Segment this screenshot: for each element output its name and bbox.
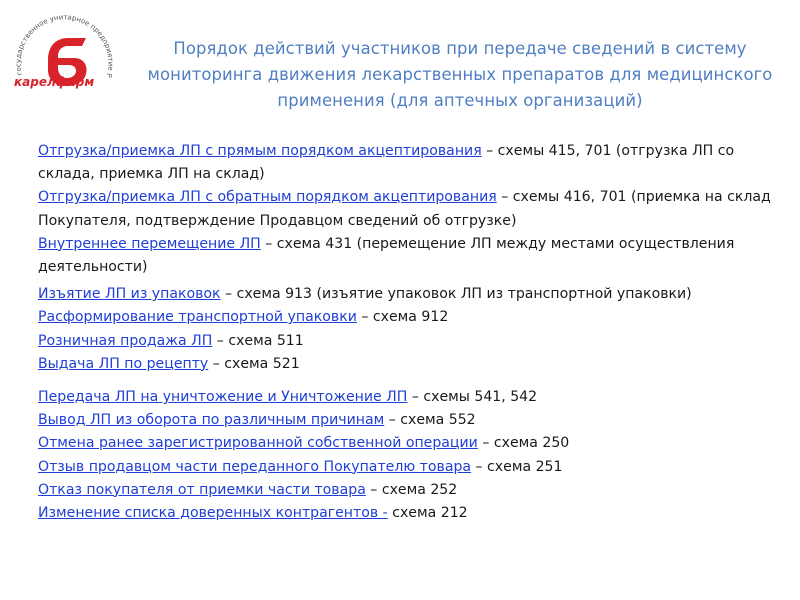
list-item: Отказ покупателя от приемки части товара… [38, 479, 783, 502]
item-text: – схема 912 [356, 309, 449, 326]
operation-group-shipment: Отгрузка/приемка ЛП с прямым порядком ак… [38, 140, 783, 279]
list-item: Изъятие ЛП из упаковок – схема 913 (изъя… [38, 283, 783, 306]
list-item: Отгрузка/приемка ЛП с обратным порядком … [38, 186, 783, 232]
link-internal-transfer[interactable]: Внутреннее перемещение ЛП [38, 236, 261, 252]
item-text: – схема 521 [208, 355, 300, 372]
slide: государственное унитарное предприятие РК… [0, 0, 800, 600]
item-text: схема 212 [387, 505, 468, 522]
list-item: Отмена ранее зарегистрированной собствен… [38, 432, 783, 455]
link-unpacking[interactable]: Изъятие ЛП из упаковок [38, 286, 221, 302]
operation-group-withdrawal: Передача ЛП на уничтожение и Уничтожение… [38, 386, 783, 525]
list-item: Розничная продажа ЛП – схема 511 [38, 330, 783, 353]
item-text: – схема 511 [212, 332, 304, 349]
link-seller-recall[interactable]: Отзыв продавцом части переданного Покупа… [38, 459, 471, 475]
karelfarm-logo: государственное унитарное предприятие РК… [8, 8, 115, 89]
list-item: Расформирование транспортной упаковки – … [38, 306, 783, 329]
link-buyer-refusal[interactable]: Отказ покупателя от приемки части товара [38, 482, 366, 498]
link-direct-acceptance[interactable]: Отгрузка/приемка ЛП с прямым порядком ак… [38, 143, 482, 159]
page-title: Порядок действий участников при передаче… [147, 39, 773, 110]
list-item: Отзыв продавцом части переданного Покупа… [38, 456, 783, 479]
item-text: – схема 913 (изъятие упаковок ЛП из тран… [220, 286, 692, 303]
item-text: – схема 251 [471, 458, 563, 475]
logo-brand-text: карелфарм [14, 75, 94, 89]
link-trusted-counterparties[interactable]: Изменение списка доверенных контрагентов… [38, 505, 388, 521]
link-withdrawal[interactable]: Вывод ЛП из оборота по различным причина… [38, 412, 384, 428]
list-item: Передача ЛП на уничтожение и Уничтожение… [38, 386, 783, 409]
item-text: – схема 250 [477, 435, 570, 452]
link-cancel-operation[interactable]: Отмена ранее зарегистрированной собствен… [38, 435, 478, 451]
link-retail-sale[interactable]: Розничная продажа ЛП [38, 333, 212, 349]
list-item: Отгрузка/приемка ЛП с прямым порядком ак… [38, 140, 783, 186]
item-text: – схема 252 [365, 481, 458, 498]
link-prescription-dispense[interactable]: Выдача ЛП по рецепту [38, 356, 208, 372]
item-text: – схема 552 [384, 412, 476, 429]
list-item: Изменение списка доверенных контрагентов… [38, 502, 783, 525]
link-destruction[interactable]: Передача ЛП на уничтожение и Уничтожение… [38, 389, 407, 405]
list-item: Выдача ЛП по рецепту – схема 521 [38, 353, 783, 376]
link-reverse-acceptance[interactable]: Отгрузка/приемка ЛП с обратным порядком … [38, 189, 497, 205]
link-disaggregation[interactable]: Расформирование транспортной упаковки [38, 309, 357, 325]
content: Отгрузка/приемка ЛП с прямым порядком ак… [38, 140, 783, 525]
operation-group-retail: Изъятие ЛП из упаковок – схема 913 (изъя… [38, 283, 783, 376]
list-item: Внутреннее перемещение ЛП – схема 431 (п… [38, 233, 783, 279]
list-item: Вывод ЛП из оборота по различным причина… [38, 409, 783, 432]
item-text: – схемы 541, 542 [407, 389, 538, 406]
